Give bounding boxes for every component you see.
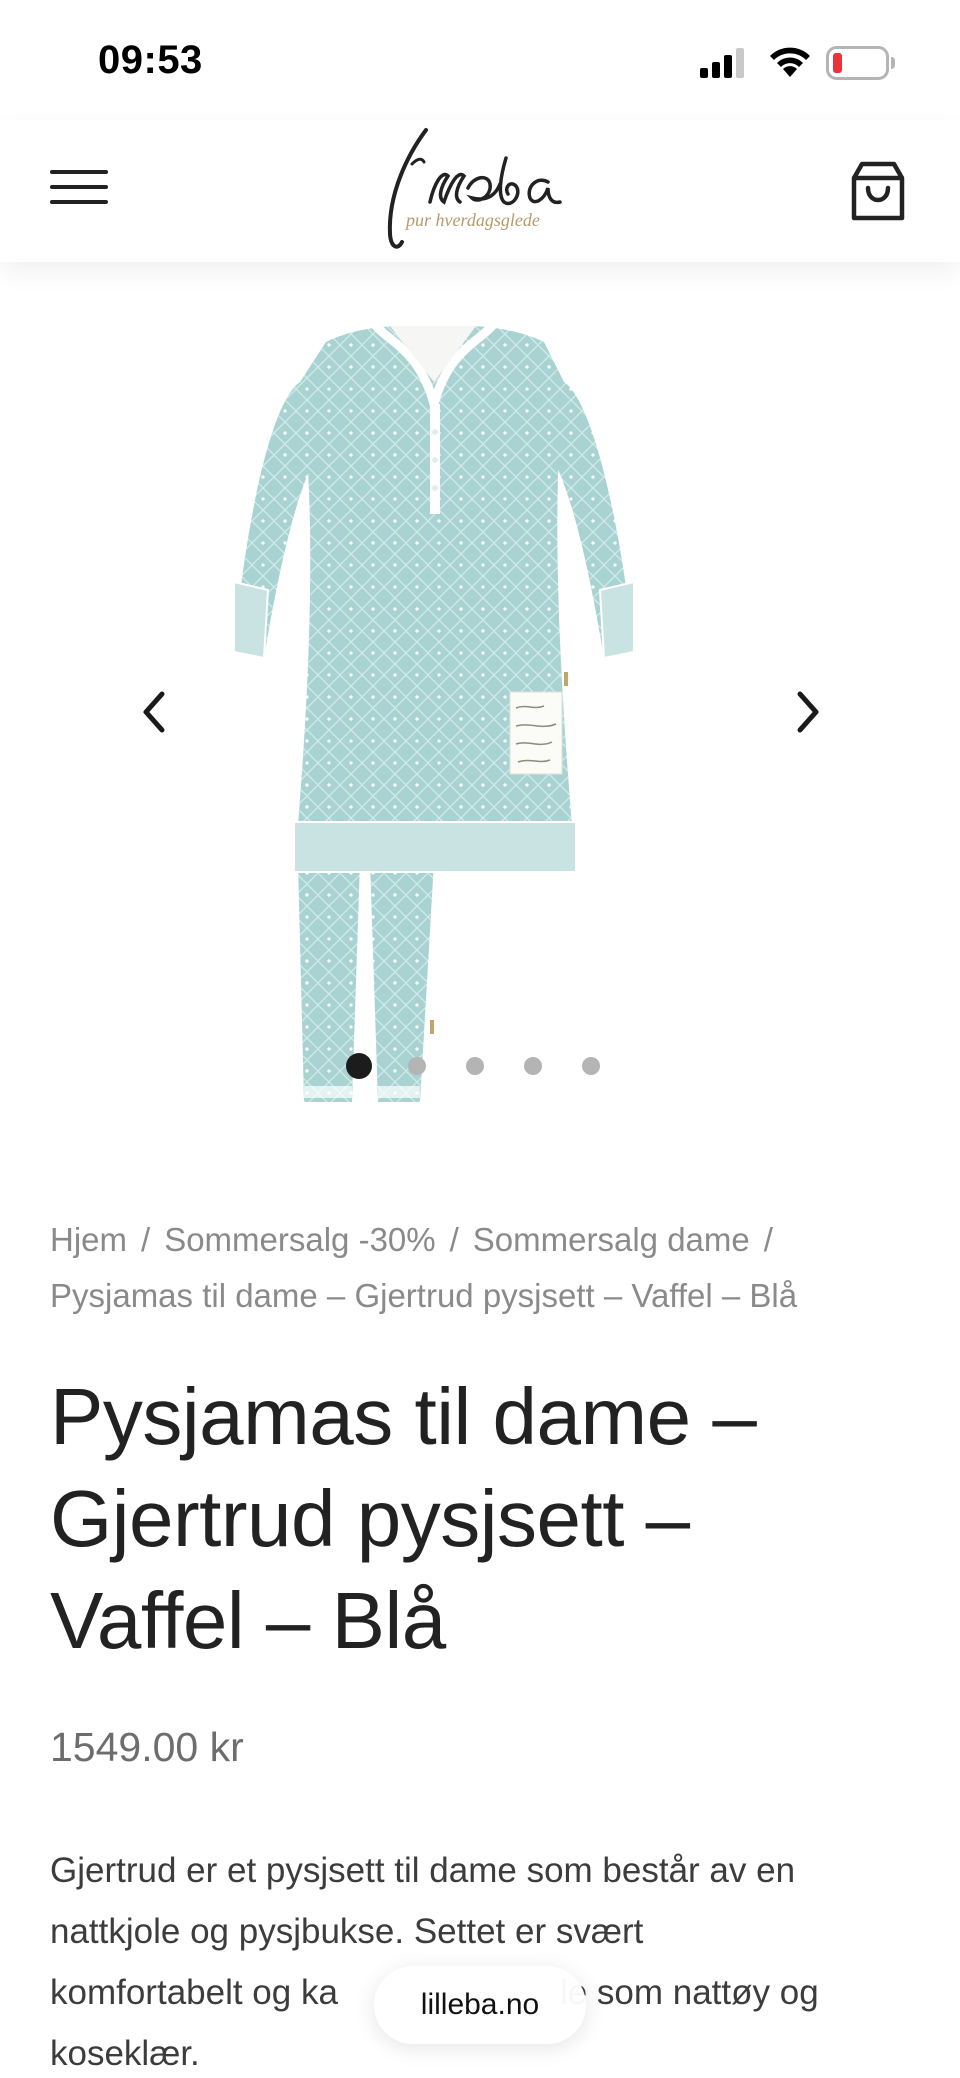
breadcrumb: Hjem / Sommersalg -30% / Sommersalg dame / Pys…	[50, 1212, 930, 1324]
breadcrumb-current: Pysjamas til dame – Gjertrud pysjsett – …	[50, 1277, 798, 1314]
description-line-1: Gjertrud er et pysjsett til dame som bes…	[50, 1851, 796, 1890]
description-line-3-end: le som nattøy og	[559, 1973, 819, 2012]
product-image-pajama[interactable]	[230, 312, 690, 1102]
chevron-right-icon[interactable]	[784, 682, 832, 742]
carousel-dot-3[interactable]	[466, 1057, 484, 1075]
status-time: 09:53	[98, 38, 203, 82]
carousel-dot-1[interactable]	[346, 1053, 372, 1079]
carousel-dots	[346, 1052, 640, 1080]
hamburger-menu-icon[interactable]	[50, 170, 108, 212]
description-line-2: nattkjole og pysjbukse. Settet er svært	[50, 1912, 644, 1951]
breadcrumb-separator: /	[449, 1221, 459, 1258]
breadcrumb-link-home[interactable]: Hjem	[50, 1221, 127, 1258]
product-price: 1549.00 kr	[50, 1724, 244, 1770]
breadcrumb-link-summer-sale-women[interactable]: Sommersalg dame	[473, 1221, 750, 1258]
product-gallery[interactable]	[0, 262, 960, 1102]
product-title-line-3: Vaffel – Blå	[50, 1576, 446, 1665]
description-line-4: koseklær.	[50, 2034, 200, 2073]
wifi-icon	[770, 47, 810, 77]
svg-text:pur hverdagsglede: pur hverdagsglede	[404, 210, 540, 230]
product-title-line-1: Pysjamas til dame –	[50, 1372, 757, 1461]
description-line-3: komfortabelt og ka	[50, 1973, 338, 2012]
status-bar: 09:53	[0, 0, 960, 120]
battery-low-icon	[826, 46, 895, 80]
lilleba-logo[interactable]: lilleba pur hverdagsglede	[378, 124, 578, 256]
breadcrumb-separator: /	[763, 1221, 773, 1258]
carousel-dot-4[interactable]	[524, 1057, 542, 1075]
breadcrumb-separator: /	[141, 1221, 151, 1258]
chevron-left-icon[interactable]	[130, 682, 178, 742]
cellular-signal-icon	[700, 48, 744, 78]
carousel-dot-2[interactable]	[408, 1057, 426, 1075]
product-title-line-2: Gjertrud pysjsett –	[50, 1474, 690, 1563]
site-header: lilleba pur hverdagsglede	[0, 120, 960, 262]
shopping-bag-icon[interactable]	[850, 160, 906, 222]
breadcrumb-link-summer-sale[interactable]: Sommersalg -30%	[164, 1221, 435, 1258]
browser-url-pill[interactable]: lilleba.no	[374, 1966, 586, 2044]
product-title: Pysjamas til dame – Gjertrud pysjsett – …	[50, 1366, 910, 1672]
carousel-dot-5[interactable]	[582, 1057, 600, 1075]
